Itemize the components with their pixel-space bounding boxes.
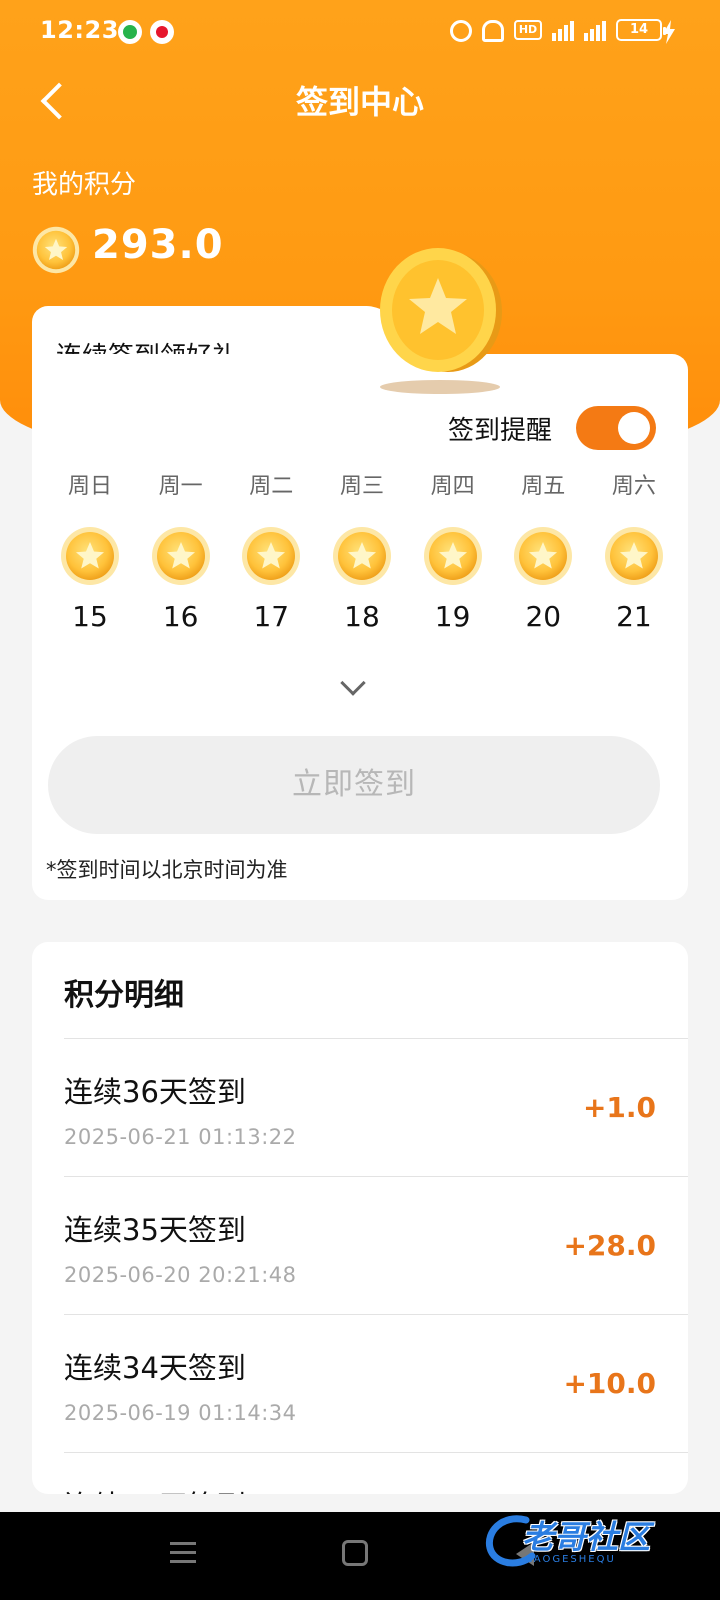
reminder-toggle[interactable] — [576, 406, 656, 450]
day-column: 周二 17 — [231, 472, 311, 633]
day-date: 15 — [72, 600, 108, 633]
pop-app-icon — [118, 20, 142, 44]
day-date: 19 — [434, 600, 471, 633]
signal-icon-2 — [584, 19, 606, 41]
day-column: 周五 20 — [503, 472, 583, 633]
day-coin-icon — [604, 526, 664, 586]
points-value: 293.0 — [92, 222, 224, 268]
weekday-label: 周四 — [430, 474, 475, 499]
detail-title: 连续36天签到 — [64, 1075, 246, 1109]
day-coin-icon — [60, 526, 120, 586]
status-bar: 12:23 HD 14 — [0, 0, 720, 64]
list-item[interactable]: 连续35天签到 2025-06-20 20:21:48 +28.0 — [64, 1176, 688, 1314]
points-details-panel: 积分明细 连续36天签到 2025-06-21 01:13:22 +1.0 连续… — [32, 942, 688, 1494]
day-date: 21 — [616, 600, 652, 633]
day-coin-icon — [423, 526, 483, 586]
day-coin-icon — [241, 526, 301, 586]
day-date: 18 — [344, 600, 380, 633]
weekday-label: 周五 — [521, 474, 566, 499]
day-column: 周一 16 — [141, 472, 221, 633]
detail-time: 2025-06-19 01:14:34 — [64, 1401, 297, 1425]
day-column: 周日 15 — [50, 472, 130, 633]
weekday-label: 周二 — [249, 474, 294, 499]
home-icon[interactable] — [342, 1540, 368, 1566]
detail-amount: +28.0 — [563, 1229, 656, 1262]
weekday-label: 周日 — [67, 474, 112, 499]
day-coin-icon — [332, 526, 392, 586]
day-date: 20 — [525, 600, 562, 633]
charging-icon — [663, 20, 675, 44]
watermark-text: 老哥社区 — [522, 1518, 651, 1556]
details-title: 积分明细 — [64, 978, 184, 1013]
status-time: 12:23 — [40, 16, 119, 44]
day-column: 周六 21 — [594, 472, 674, 633]
reminder-label: 签到提醒 — [447, 416, 552, 446]
list-item[interactable]: 连续34天签到 2025-06-19 01:14:34 +10.0 — [64, 1314, 688, 1452]
list-item[interactable]: 连续33天签到 — [64, 1452, 688, 1494]
weekday-label: 周六 — [611, 474, 656, 499]
day-date: 17 — [253, 600, 290, 633]
detail-title: 连续35天签到 — [64, 1213, 246, 1247]
signal-icon-1 — [552, 19, 574, 41]
page-title: 签到中心 — [295, 83, 424, 121]
big-coin-icon — [380, 248, 502, 372]
detail-time: 2025-06-21 01:13:22 — [64, 1125, 297, 1149]
battery-icon: 14 — [616, 19, 666, 41]
checkin-footnote: *签到时间以北京时间为准 — [46, 858, 288, 882]
weekday-label: 周一 — [158, 474, 203, 499]
checkin-button[interactable]: 立即签到 — [48, 736, 660, 834]
mute-bell-icon — [482, 20, 504, 42]
points-label: 我的积分 — [32, 170, 137, 200]
day-coin-icon — [151, 526, 211, 586]
menu-icon[interactable] — [170, 1540, 196, 1566]
points-coin-icon — [32, 226, 80, 274]
watermark-subtext: LAOGESHEQU — [526, 1554, 616, 1565]
day-column: 周四 19 — [413, 472, 493, 633]
week-row: 周日 15 周一 16 周二 17 周三 18 周四 19 周五 20 周六 2… — [50, 472, 674, 633]
detail-title: 连续33天签到 — [64, 1483, 246, 1494]
detail-title: 连续34天签到 — [64, 1351, 246, 1385]
weibo-app-icon — [150, 20, 174, 44]
detail-time: 2025-06-20 20:21:48 — [64, 1263, 297, 1287]
alarm-icon — [450, 20, 472, 42]
checkin-card: 连续签到领好礼 签到提醒 周日 15 周一 16 周二 17 周三 18 周四 … — [32, 306, 688, 908]
details-list: 连续36天签到 2025-06-21 01:13:22 +1.0 连续35天签到… — [64, 1038, 688, 1494]
day-column: 周三 18 — [322, 472, 402, 633]
hd-icon: HD — [514, 20, 542, 40]
detail-amount: +1.0 — [582, 1091, 656, 1124]
list-item[interactable]: 连续36天签到 2025-06-21 01:13:22 +1.0 — [64, 1038, 688, 1176]
watermark-logo: 老哥社区 LAOGESHEQU — [482, 1506, 702, 1572]
day-date: 16 — [162, 600, 199, 633]
weekday-label: 周三 — [339, 474, 384, 499]
day-coin-icon — [513, 526, 573, 586]
detail-amount: +10.0 — [563, 1367, 656, 1400]
